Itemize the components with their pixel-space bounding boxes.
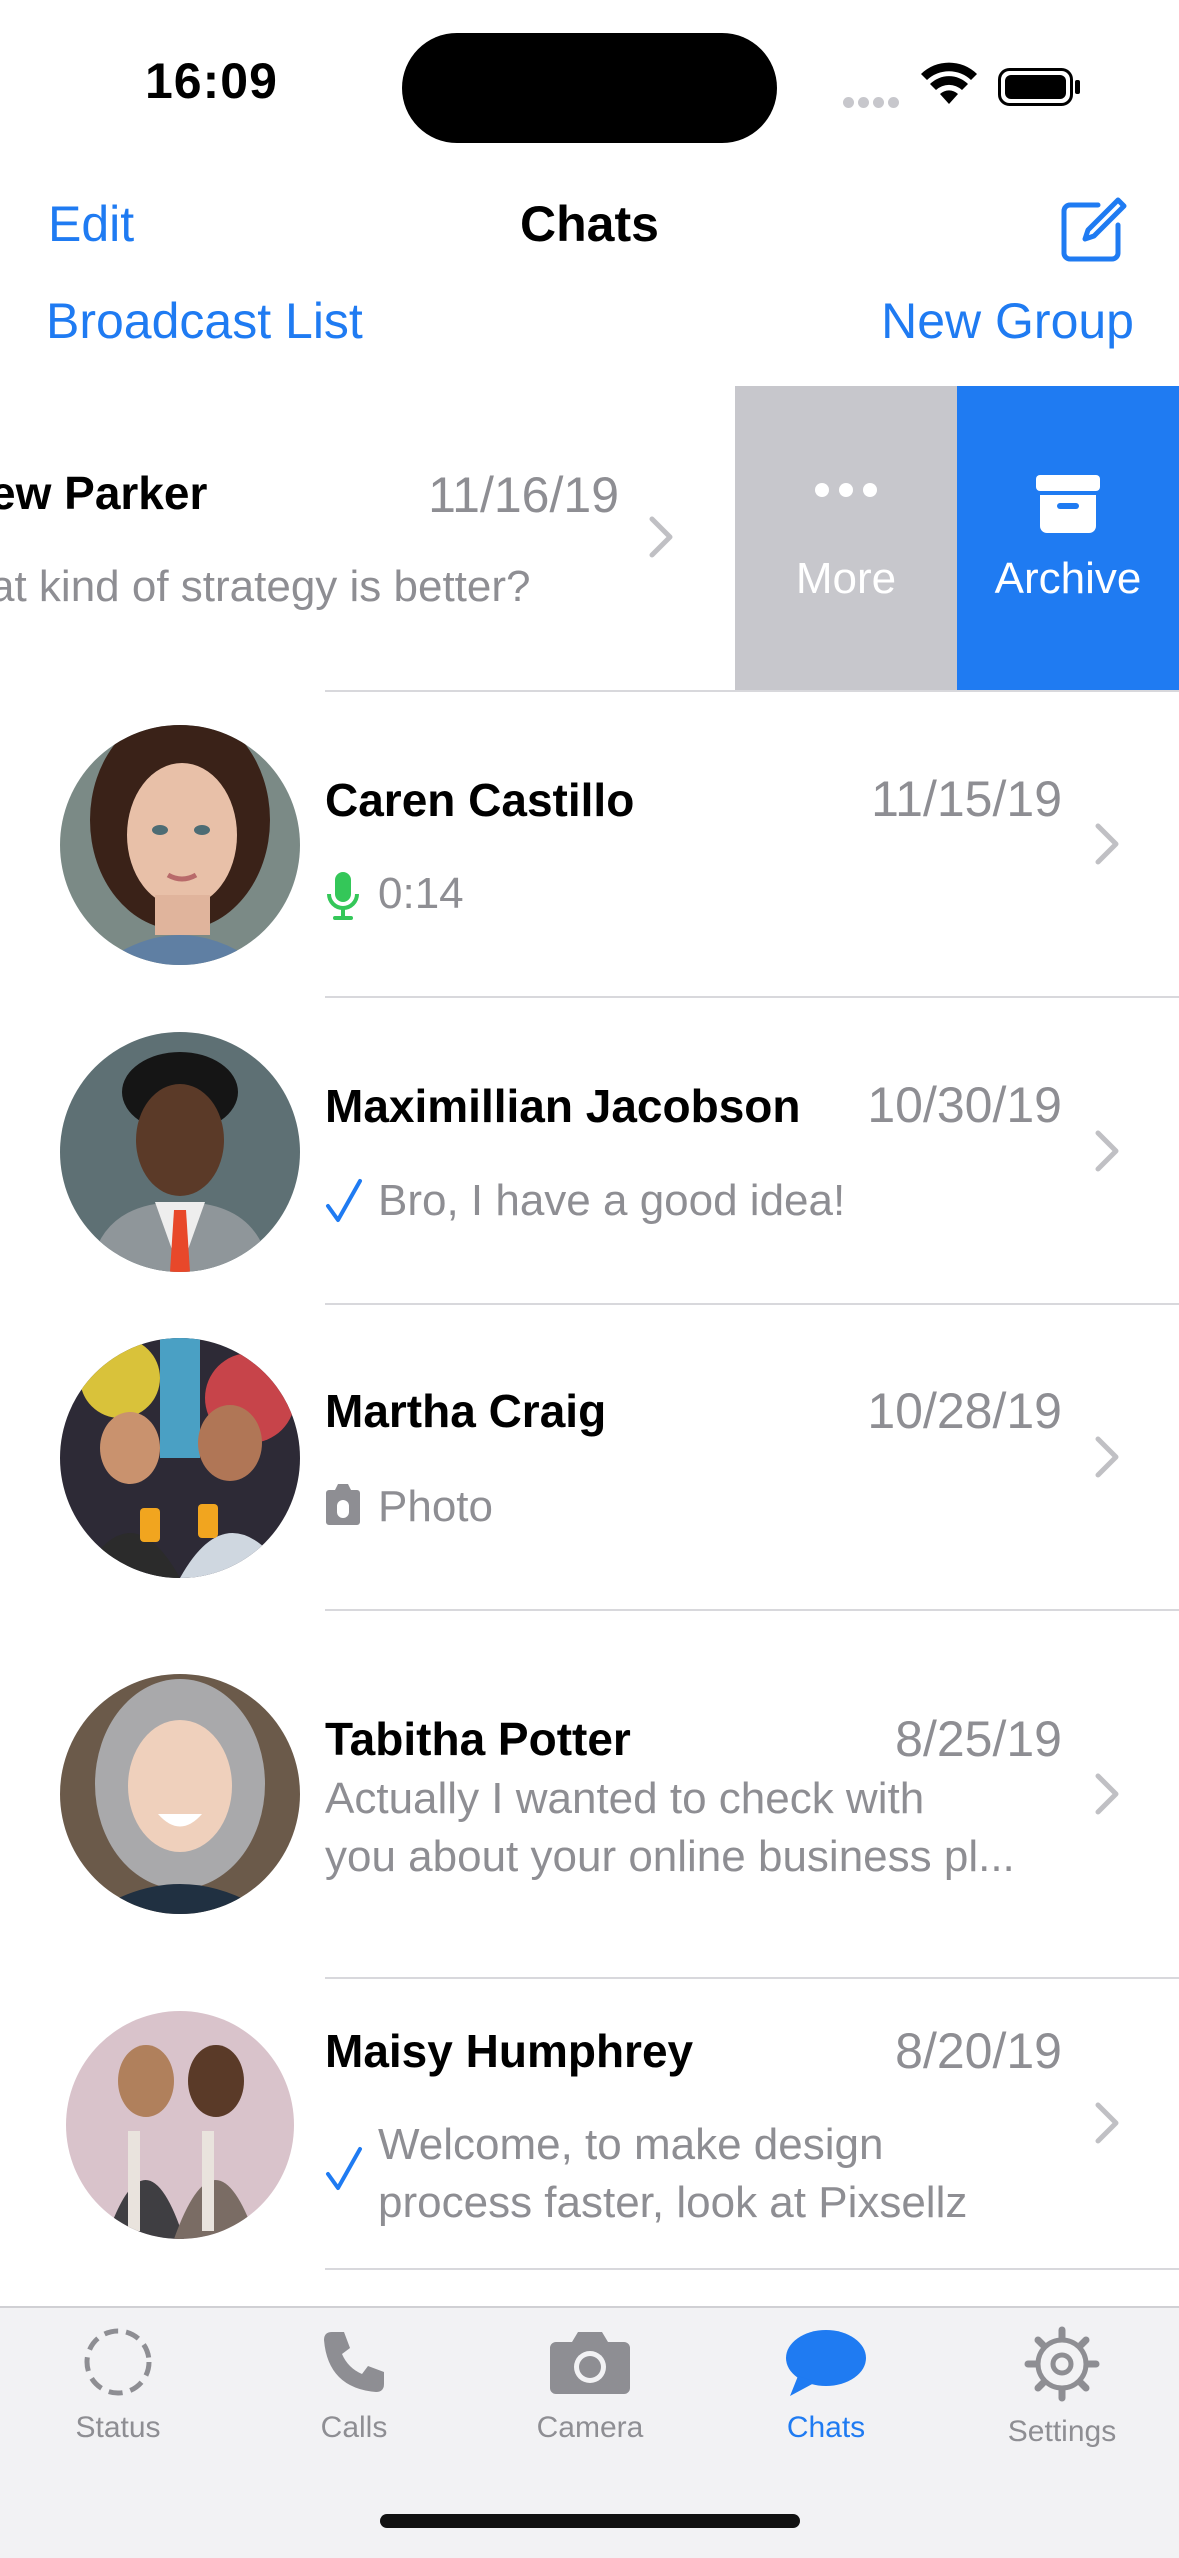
- chat-preview: 0:14: [378, 869, 464, 918]
- chat-name: Martha Craig: [325, 1385, 607, 1437]
- wifi-icon: [921, 62, 977, 104]
- chat-preview: Photo: [378, 1482, 493, 1531]
- gear-icon: [1024, 2326, 1100, 2402]
- tab-settings[interactable]: Settings: [944, 2326, 1179, 2449]
- tab-label: Chats: [786, 2411, 866, 2444]
- page-title: Chats: [520, 196, 659, 252]
- chat-date: 10/30/19: [867, 1077, 1062, 1133]
- phone-icon: [324, 2332, 384, 2392]
- battery-icon: [998, 68, 1080, 106]
- tab-label: Status: [75, 2411, 161, 2444]
- chat-preview-line-2: you about your online business pl...: [325, 1832, 1015, 1881]
- cellular-signal-icon: [843, 95, 905, 108]
- chevron-right-icon: [1095, 2102, 1119, 2144]
- more-action-label: More: [795, 554, 897, 603]
- camera-icon: [326, 1484, 360, 1525]
- chevron-right-icon: [1095, 1773, 1119, 1815]
- chevron-right-icon: [1095, 1436, 1119, 1478]
- chat-date: 8/20/19: [895, 2023, 1062, 2079]
- chevron-right-icon: [1095, 1130, 1119, 1172]
- chat-preview: Bro, I have a good idea!: [378, 1176, 846, 1225]
- chevron-right-icon: [1095, 823, 1119, 865]
- archive-action-label: Archive: [994, 554, 1142, 603]
- compose-icon[interactable]: [1058, 195, 1128, 265]
- archive-action-button[interactable]: Archive: [957, 386, 1179, 692]
- checkmark-icon: [326, 2147, 362, 2190]
- chat-date: 11/15/19: [871, 771, 1062, 827]
- chat-preview-line-2: process faster, look at Pixsellz: [378, 2178, 968, 2227]
- chat-date: 11/16/19: [428, 467, 619, 523]
- avatar: [60, 1674, 300, 1914]
- archive-box-icon: [1036, 475, 1100, 533]
- status-icon: [84, 2328, 152, 2396]
- ellipsis-icon: [815, 483, 877, 497]
- avatar: [60, 725, 300, 965]
- tab-status[interactable]: Status: [0, 2326, 236, 2445]
- more-action-button[interactable]: More: [735, 386, 957, 692]
- microphone-icon: [327, 872, 359, 920]
- row-separator: [325, 2268, 1179, 2270]
- tab-label: Calls: [320, 2411, 388, 2444]
- chat-name: Tabitha Potter: [325, 1713, 631, 1765]
- tab-label: Camera: [536, 2411, 644, 2444]
- chat-preview: at kind of strategy is better?: [0, 562, 531, 611]
- dynamic-island: [402, 33, 777, 143]
- tab-calls[interactable]: Calls: [236, 2326, 472, 2445]
- avatar: [60, 1032, 300, 1272]
- chat-name: Maximillian Jacobson: [325, 1080, 801, 1132]
- new-group-button[interactable]: New Group: [881, 292, 1134, 350]
- chat-preview-line-1: Welcome, to make design: [378, 2120, 884, 2169]
- avatar: [66, 2011, 294, 2239]
- tab-label: Settings: [1007, 2415, 1117, 2448]
- tab-camera[interactable]: Camera: [472, 2326, 708, 2445]
- chat-name: ew Parker: [0, 467, 208, 519]
- checkmark-icon: [326, 1179, 362, 1222]
- status-time: 16:09: [145, 53, 278, 109]
- chat-preview-line-1: Actually I wanted to check with: [325, 1774, 925, 1823]
- avatar: [60, 1338, 300, 1578]
- home-indicator: [380, 2514, 800, 2528]
- chat-name: Caren Castillo: [325, 774, 635, 826]
- camera-icon: [550, 2332, 630, 2394]
- broadcast-list-button[interactable]: Broadcast List: [46, 292, 363, 350]
- chat-bubble-icon: [786, 2330, 866, 2396]
- tab-chats[interactable]: Chats: [708, 2326, 944, 2445]
- chat-name: Maisy Humphrey: [325, 2025, 694, 2077]
- chat-date: 8/25/19: [895, 1711, 1062, 1767]
- chat-date: 10/28/19: [867, 1383, 1062, 1439]
- chevron-right-icon: [649, 516, 673, 558]
